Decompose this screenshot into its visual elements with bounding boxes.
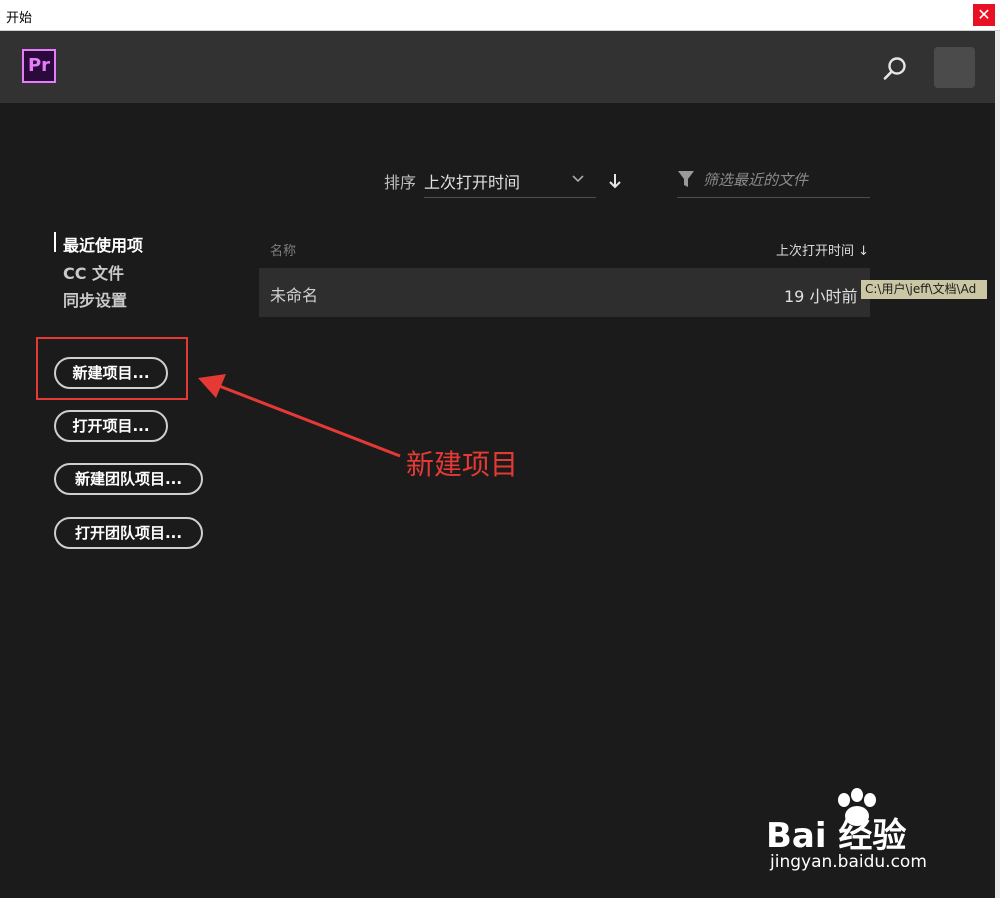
search-icon[interactable] xyxy=(882,56,908,82)
sort-selected-value: 上次打开时间 xyxy=(424,173,521,192)
sort-dropdown[interactable]: 上次打开时间 xyxy=(424,166,596,198)
file-name: 未命名 xyxy=(270,286,319,305)
arrow-down-icon[interactable] xyxy=(606,172,624,190)
avatar[interactable] xyxy=(934,47,975,88)
open-team-project-button[interactable]: 打开团队项目... xyxy=(54,517,203,549)
sort-label: 排序 xyxy=(384,173,417,192)
annotation-arrow-icon xyxy=(198,374,401,458)
watermark-url: jingyan.baidu.com xyxy=(770,852,927,872)
chevron-down-icon xyxy=(572,175,584,183)
close-button[interactable]: ✕ xyxy=(973,4,995,26)
column-header-last-opened[interactable]: 上次打开时间 ↓ xyxy=(776,240,869,259)
app-header: Pr xyxy=(0,31,995,103)
filter-field xyxy=(677,166,870,198)
column-header-name[interactable]: 名称 xyxy=(270,240,296,259)
new-team-project-button[interactable]: 新建团队项目... xyxy=(54,463,203,495)
filter-icon xyxy=(678,171,694,187)
window-title: 开始 xyxy=(6,11,33,26)
annotation-label: 新建项目 xyxy=(406,448,519,481)
baidu-watermark: Bai 经验 jingyan.baidu.com xyxy=(766,788,966,878)
window-titlebar: 开始 ✕ xyxy=(0,0,1000,31)
watermark-main: Bai 经验 xyxy=(766,816,907,856)
sidebar-item-recent[interactable]: 最近使用项 xyxy=(63,232,143,256)
table-row[interactable]: 未命名 19 小时前 xyxy=(259,268,870,317)
premiere-logo: Pr xyxy=(22,49,56,83)
active-indicator xyxy=(54,232,56,252)
sidebar-item-sync-settings[interactable]: 同步设置 xyxy=(63,287,127,311)
window-edge xyxy=(995,31,1000,898)
file-last-opened: 19 小时前 xyxy=(784,287,858,306)
sidebar-item-cc-files[interactable]: CC 文件 xyxy=(63,260,124,284)
path-tooltip: C:\用户\jeff\文档\Ad xyxy=(861,280,987,299)
filter-input[interactable] xyxy=(703,168,868,192)
new-project-button[interactable]: 新建项目... xyxy=(54,357,168,389)
open-project-button[interactable]: 打开项目... xyxy=(54,410,168,442)
